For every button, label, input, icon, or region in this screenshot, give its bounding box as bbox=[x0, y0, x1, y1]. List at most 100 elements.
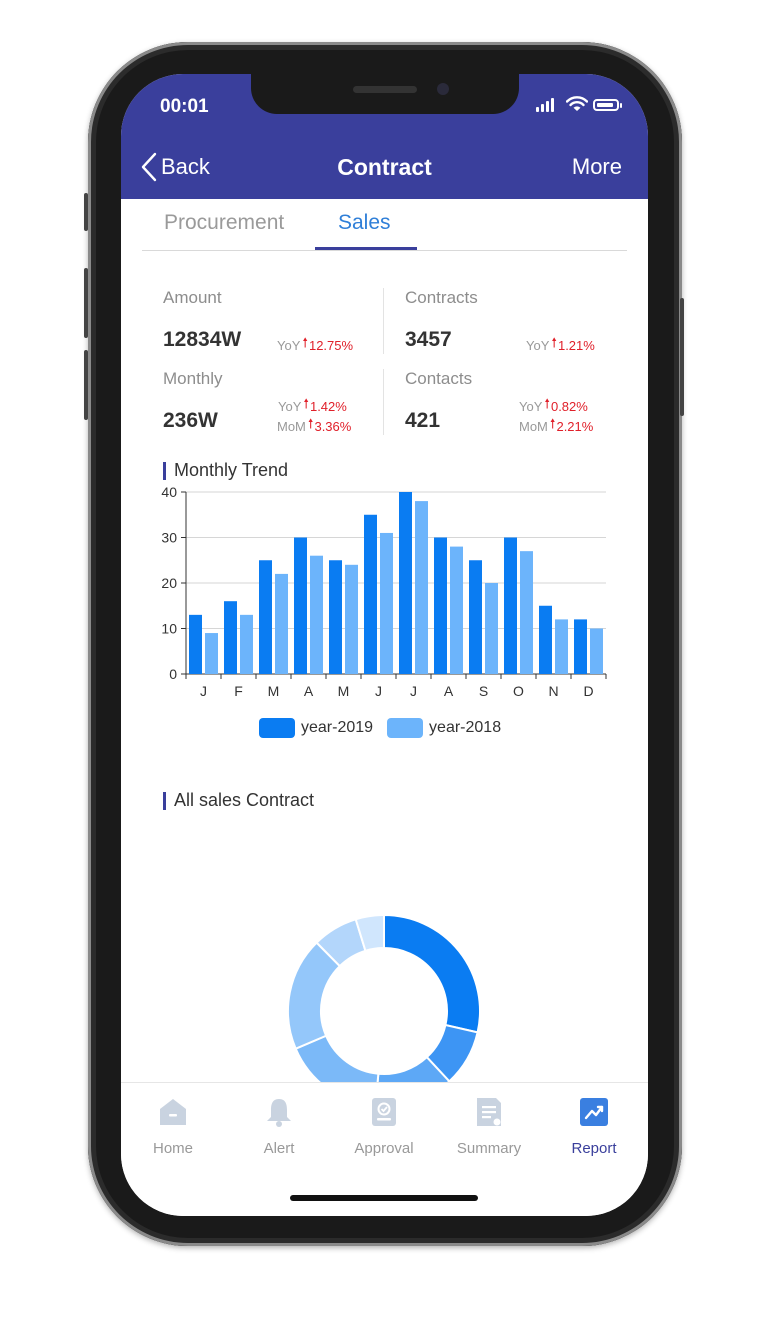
y-tick-label: 10 bbox=[161, 621, 177, 637]
bar-year-2018 bbox=[555, 619, 568, 674]
contacts-mom-key: MoM bbox=[519, 418, 548, 434]
y-tick-label: 40 bbox=[161, 484, 177, 500]
contacts-mom-value: 2.21% bbox=[556, 418, 594, 434]
tab-procurement[interactable]: Procurement bbox=[164, 211, 284, 235]
more-button[interactable]: More bbox=[572, 154, 622, 180]
active-tab-indicator bbox=[315, 247, 417, 250]
monthly-yoy-key: YoY bbox=[278, 398, 302, 414]
phone-volume-up bbox=[84, 268, 88, 338]
contacts-value: 421 bbox=[405, 409, 441, 432]
contacts-label: Contacts bbox=[405, 369, 473, 388]
arrow-up-icon: 🠕 bbox=[303, 396, 309, 411]
contracts-value: 3457 bbox=[405, 328, 452, 351]
donut-slice[interactable] bbox=[383, 913, 481, 1034]
bar-year-2018 bbox=[520, 551, 533, 674]
stats-divider-top bbox=[383, 288, 384, 354]
bar-year-2019 bbox=[329, 560, 342, 674]
chart-legend: year-2019 year-2018 bbox=[259, 718, 515, 738]
phone-silent-switch bbox=[84, 193, 88, 231]
legend-label: year-2018 bbox=[429, 719, 502, 736]
amount-yoy-key: YoY bbox=[277, 337, 301, 353]
legend-label: year-2019 bbox=[301, 719, 374, 736]
section-marker bbox=[163, 461, 166, 480]
bar-year-2019 bbox=[399, 492, 412, 674]
y-tick-label: 0 bbox=[169, 666, 177, 682]
bar-year-2019 bbox=[189, 614, 202, 674]
bell-icon bbox=[267, 1099, 291, 1127]
tab-home[interactable]: Home bbox=[128, 1095, 218, 1157]
section-monthly-trend: Monthly Trend bbox=[163, 460, 288, 481]
tab-alert[interactable]: Alert bbox=[234, 1095, 324, 1157]
x-tick-label: D bbox=[583, 683, 593, 699]
section-all-sales: All sales Contract bbox=[163, 790, 314, 811]
bar-year-2019 bbox=[294, 537, 307, 674]
sales-donut-chart bbox=[287, 913, 481, 1099]
x-tick-label: M bbox=[338, 683, 350, 699]
tab-summary[interactable]: Summary bbox=[444, 1095, 534, 1157]
notch bbox=[251, 74, 519, 114]
bar-year-2018 bbox=[345, 564, 358, 674]
bar-year-2018 bbox=[450, 546, 463, 674]
phone-screen: 00:01 Back Contract More Procurement Sal… bbox=[121, 74, 648, 1216]
tab-approval[interactable]: Approval bbox=[339, 1095, 429, 1157]
tab-sales[interactable]: Sales bbox=[338, 211, 391, 235]
phone-power-button bbox=[680, 298, 684, 416]
tab-approval-label: Approval bbox=[354, 1140, 414, 1157]
legend-item-2019[interactable]: year-2019 bbox=[259, 718, 373, 738]
legend-swatch bbox=[259, 718, 295, 738]
bar-year-2018 bbox=[310, 555, 323, 674]
status-time: 00:01 bbox=[160, 96, 209, 117]
x-tick-label: O bbox=[513, 683, 524, 699]
bar-year-2019 bbox=[504, 537, 517, 674]
tab-summary-label: Summary bbox=[456, 1140, 522, 1157]
top-bar: 00:01 Back Contract More bbox=[121, 74, 648, 199]
segment-tabs: Procurement Sales bbox=[142, 199, 627, 251]
bar-year-2019 bbox=[224, 601, 237, 674]
bar-year-2018 bbox=[205, 633, 218, 674]
report-icon bbox=[580, 1098, 608, 1126]
section-monthly-trend-label: Monthly Trend bbox=[174, 460, 289, 480]
arrow-up-icon: 🠕 bbox=[307, 416, 314, 431]
contracts-yoy-value: 1.21% bbox=[557, 337, 595, 353]
y-tick-label: 20 bbox=[161, 575, 177, 591]
monthly-yoy: YoY 🠕 1.42% bbox=[278, 395, 347, 417]
amount-label: Amount bbox=[163, 288, 222, 307]
y-tick-label: 30 bbox=[161, 530, 177, 546]
arrow-up-icon: 🠕 bbox=[549, 416, 556, 431]
tab-report-label: Report bbox=[571, 1140, 617, 1157]
bar-year-2019 bbox=[469, 560, 482, 674]
section-all-sales-label: All sales Contract bbox=[174, 790, 315, 810]
bar-year-2018 bbox=[415, 501, 428, 674]
tab-report[interactable]: Report bbox=[549, 1095, 639, 1157]
monthly-mom: MoM 🠕 3.36% bbox=[277, 415, 351, 437]
x-tick-label: J bbox=[410, 683, 417, 699]
bar-year-2018 bbox=[380, 532, 393, 674]
bar-year-2018 bbox=[240, 614, 253, 674]
legend-swatch bbox=[387, 718, 424, 738]
arrow-up-icon: 🠕 bbox=[302, 335, 308, 350]
amount-value: 12834W bbox=[163, 328, 242, 351]
wifi-icon bbox=[566, 96, 588, 111]
contracts-label: Contracts bbox=[405, 288, 478, 307]
legend-item-2018[interactable]: year-2018 bbox=[387, 718, 501, 738]
x-tick-label: J bbox=[375, 683, 382, 699]
bar-year-2019 bbox=[574, 619, 587, 674]
monthly-label: Monthly bbox=[163, 369, 223, 388]
bar-year-2019 bbox=[434, 537, 447, 674]
x-tick-label: A bbox=[304, 683, 314, 699]
monthly-trend-chart: 0 10 20 30 40 J F M A M J J A S O N D bbox=[161, 484, 607, 699]
bar-year-2019 bbox=[539, 605, 552, 674]
phone-volume-down bbox=[84, 350, 88, 420]
x-tick-label: S bbox=[479, 683, 488, 699]
monthly-yoy-value: 1.42% bbox=[309, 398, 347, 414]
x-tick-label: N bbox=[548, 683, 558, 699]
tab-alert-label: Alert bbox=[263, 1140, 295, 1157]
battery-icon bbox=[593, 99, 622, 111]
contacts-yoy-key: YoY bbox=[519, 398, 543, 414]
summary-icon bbox=[477, 1098, 501, 1126]
contacts-yoy-value: 0.82% bbox=[550, 398, 588, 414]
home-indicator[interactable] bbox=[290, 1195, 478, 1201]
speaker bbox=[353, 86, 417, 93]
bar-year-2018 bbox=[485, 583, 498, 674]
tab-home-label: Home bbox=[152, 1140, 193, 1157]
